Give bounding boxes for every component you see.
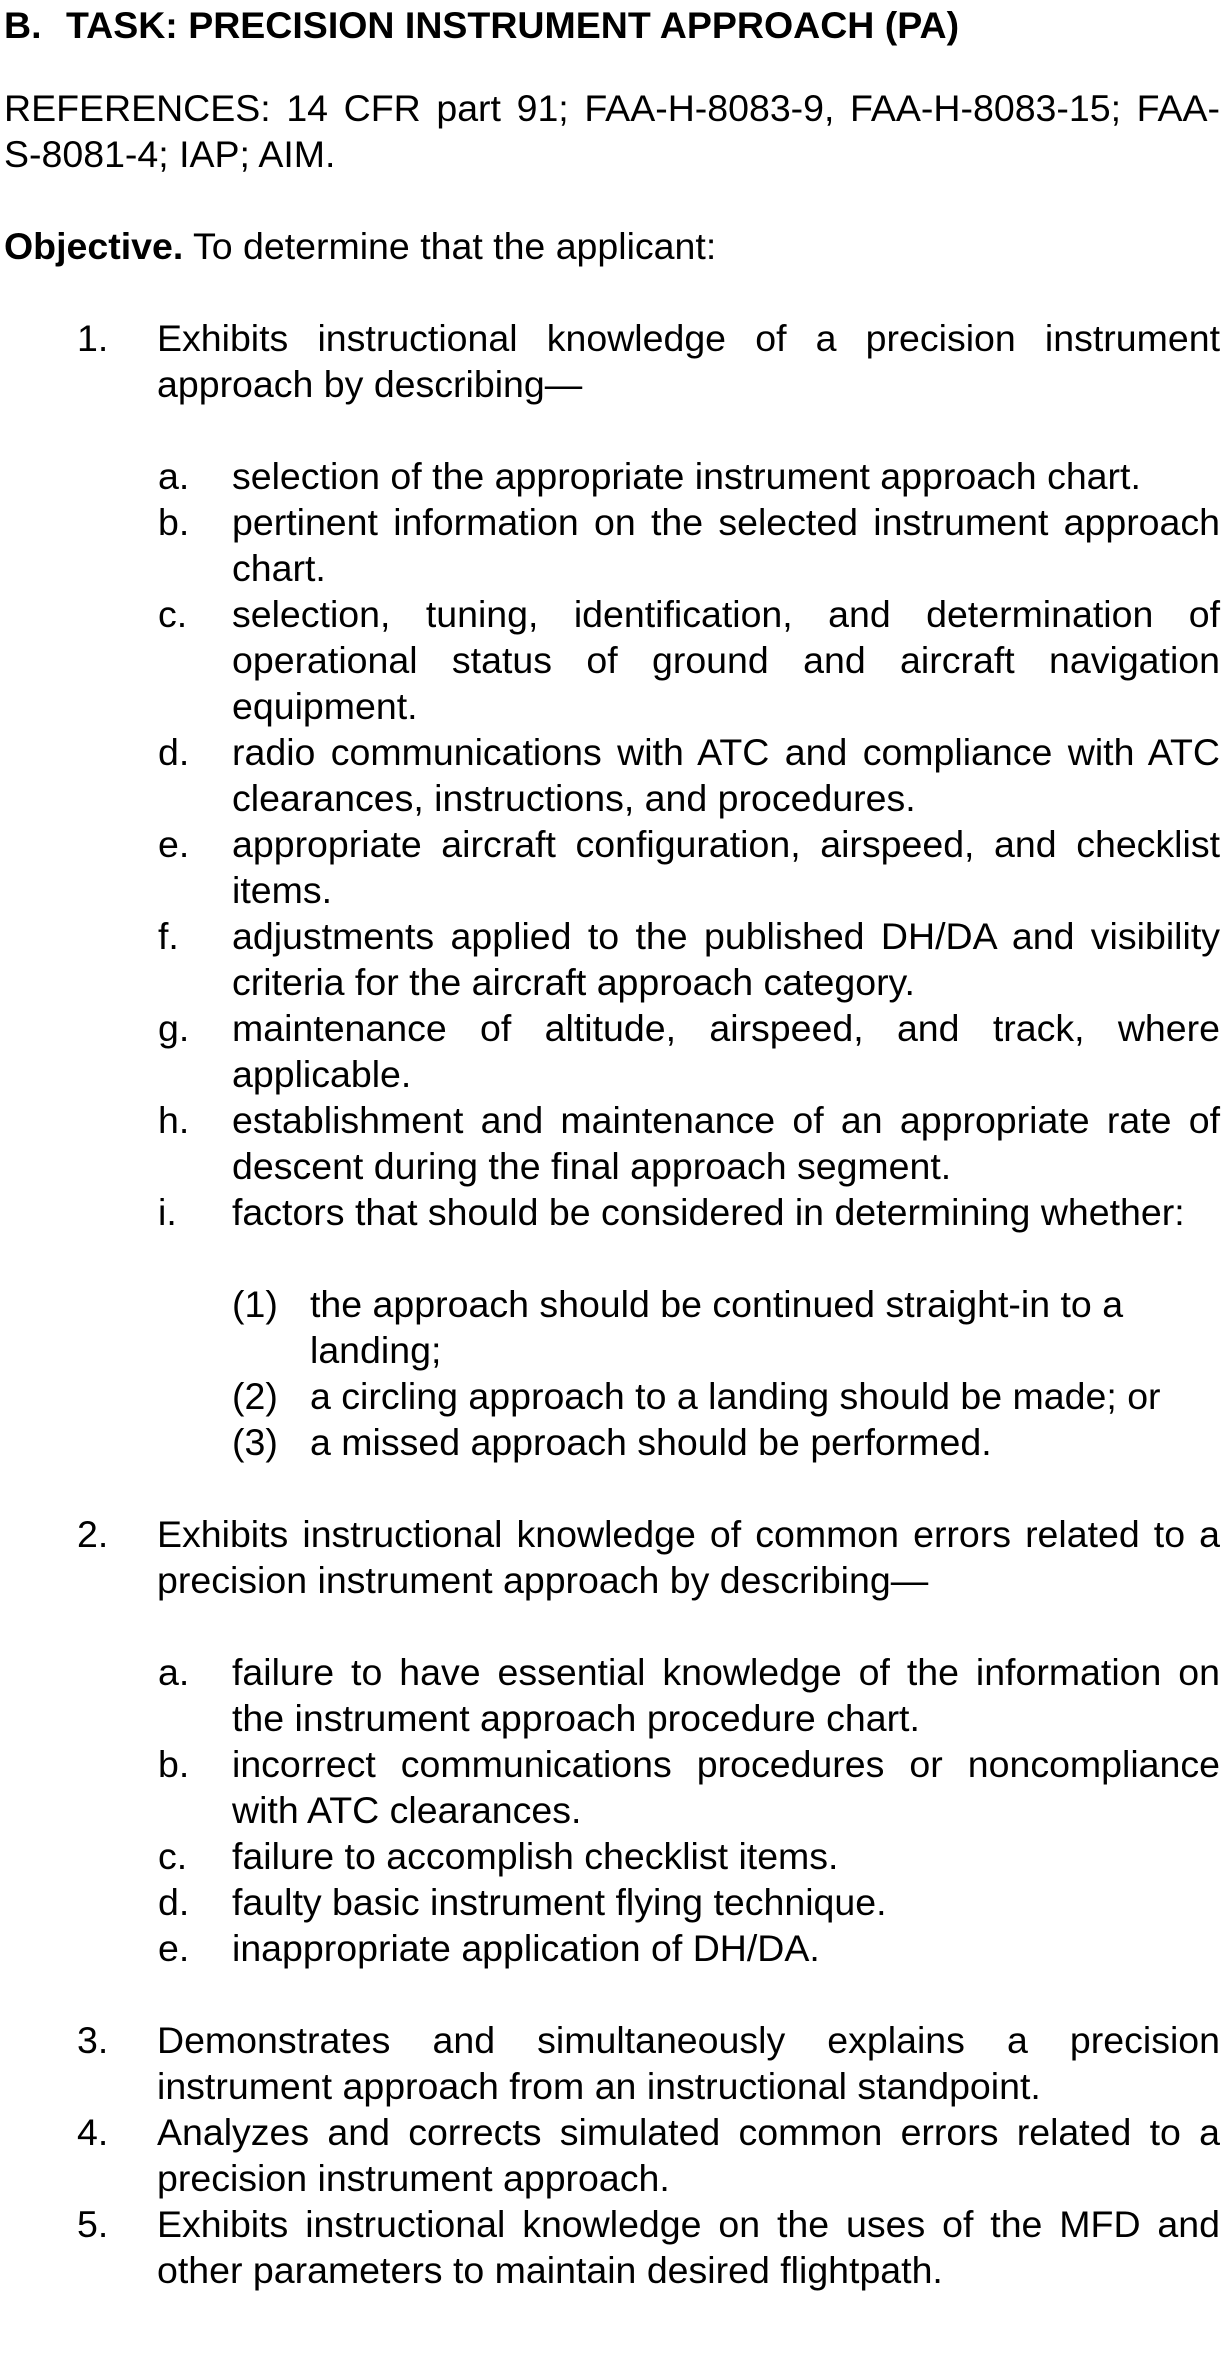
sub-item: a. selection of the appropriate instrumen… — [156, 453, 1220, 499]
objective-item-3: 3. Demonstrates and simultaneously expla… — [4, 2017, 1220, 2109]
sub-item: c. failure to accomplish checklist items. — [156, 1833, 1220, 1879]
subsub-number: (3) — [232, 1421, 278, 1463]
sub-text: faulty basic instrument flying technique… — [232, 1881, 887, 1923]
item-number: 5. — [77, 2203, 109, 2245]
subsub-number: (1) — [232, 1283, 278, 1325]
sub-letter: b. — [158, 1743, 190, 1785]
sub-text: pertinent information on the selected in… — [232, 501, 1220, 589]
sub-text: failure to accomplish checklist items. — [232, 1835, 839, 1877]
sub-list: a. selection of the appropriate instrumen… — [157, 453, 1220, 1465]
sub-item: e. appropriate aircraft configuration, ai… — [156, 821, 1220, 913]
sub-text: failure to have essential knowledge of t… — [232, 1651, 1220, 1739]
sub-letter: b. — [158, 501, 190, 543]
task-heading: B. TASK: PRECISION INSTRUMENT APPROACH (P… — [4, 0, 1220, 48]
item-number: 1. — [77, 317, 109, 359]
sub-text: selection of the appropriate instrument … — [232, 455, 1141, 497]
subsub-item: (3) a missed approach should be performed… — [232, 1419, 1220, 1465]
sub-text: establishment and maintenance of an appr… — [232, 1099, 1220, 1187]
sub-item: e. inappropriate application of DH/DA. — [156, 1925, 1220, 1971]
subsub-item: (1) the approach should be continued stra… — [232, 1281, 1220, 1373]
sub-list: a. failure to have essential knowledge of… — [157, 1649, 1220, 1971]
sub-item: f. adjustments applied to the published D… — [156, 913, 1220, 1005]
sub-item: d. faulty basic instrument flying techniq… — [156, 1879, 1220, 1925]
sub-letter: e. — [158, 823, 190, 865]
sub-letter: i. — [158, 1191, 177, 1233]
sub-letter: c. — [158, 1835, 188, 1877]
sub-item: c. selection, tuning, identification, and… — [156, 591, 1220, 729]
subsub-text: a missed approach should be performed. — [310, 1421, 992, 1463]
task-title: TASK: PRECISION INSTRUMENT APPROACH (PA) — [66, 4, 960, 46]
sub-letter: c. — [158, 593, 188, 635]
item-text: Analyzes and corrects simulated common e… — [157, 2111, 1220, 2199]
objective-item-2: 2. Exhibits instructional knowledge of c… — [4, 1511, 1220, 2017]
objective: Objective. To determine that the applica… — [4, 223, 1220, 269]
item-text: Exhibits instructional knowledge of a pr… — [157, 317, 1220, 405]
subsub-item: (2) a circling approach to a landing shou… — [232, 1373, 1220, 1419]
sub-item: b. pertinent information on the selected … — [156, 499, 1220, 591]
objective-item-5: 5. Exhibits instructional knowledge on t… — [4, 2201, 1220, 2293]
sub-item: i. factors that should be considered in d… — [156, 1189, 1220, 1465]
objective-label: Objective. — [4, 225, 184, 267]
sub-letter: a. — [158, 455, 190, 497]
item-number: 2. — [77, 1513, 109, 1555]
sub-item: a. failure to have essential knowledge of… — [156, 1649, 1220, 1741]
item-text: Demonstrates and simultaneously explains… — [157, 2019, 1220, 2107]
sub-letter: e. — [158, 1927, 190, 1969]
sub-text: incorrect communications procedures or n… — [232, 1743, 1220, 1831]
sub-item: d. radio communications with ATC and comp… — [156, 729, 1220, 821]
subsub-text: a circling approach to a landing should … — [310, 1375, 1161, 1417]
task-letter: B. — [4, 4, 42, 46]
objective-item-1: 1. Exhibits instructional knowledge of a… — [4, 315, 1220, 1511]
item-text: Exhibits instructional knowledge on the … — [157, 2203, 1220, 2291]
document-page: B. TASK: PRECISION INSTRUMENT APPROACH (P… — [0, 0, 1220, 2293]
sub-text: radio communications with ATC and compli… — [232, 731, 1220, 819]
sub-item: g. maintenance of altitude, airspeed, and… — [156, 1005, 1220, 1097]
subsub-text: the approach should be continued straigh… — [310, 1283, 1124, 1371]
sub-letter: d. — [158, 731, 190, 773]
objective-item-4: 4. Analyzes and corrects simulated commo… — [4, 2109, 1220, 2201]
sub-text: inappropriate application of DH/DA. — [232, 1927, 820, 1969]
subsub-number: (2) — [232, 1375, 278, 1417]
item-number: 4. — [77, 2111, 109, 2153]
sub-letter: f. — [158, 915, 179, 957]
sub-letter: h. — [158, 1099, 190, 1141]
sub-text: adjustments applied to the published DH/… — [232, 915, 1220, 1003]
sub-text: maintenance of altitude, airspeed, and t… — [232, 1007, 1220, 1095]
sub-item: b. incorrect communications procedures or… — [156, 1741, 1220, 1833]
sub-text: selection, tuning, identification, and d… — [232, 593, 1220, 727]
objective-list: 1. Exhibits instructional knowledge of a… — [4, 315, 1220, 2293]
item-text: Exhibits instructional knowledge of comm… — [157, 1513, 1220, 1601]
sub-letter: d. — [158, 1881, 190, 1923]
sub-text: appropriate aircraft configuration, airs… — [232, 823, 1220, 911]
references: REFERENCES: 14 CFR part 91; FAA-H-8083-9… — [4, 87, 1220, 175]
sub-text: factors that should be considered in det… — [232, 1191, 1185, 1233]
objective-text: To determine that the applicant: — [183, 225, 717, 267]
sub-item: h. establishment and maintenance of an ap… — [156, 1097, 1220, 1189]
sub-letter: g. — [158, 1007, 190, 1049]
subsub-list: (1) the approach should be continued stra… — [232, 1281, 1220, 1465]
sub-letter: a. — [158, 1651, 190, 1693]
item-number: 3. — [77, 2019, 109, 2061]
